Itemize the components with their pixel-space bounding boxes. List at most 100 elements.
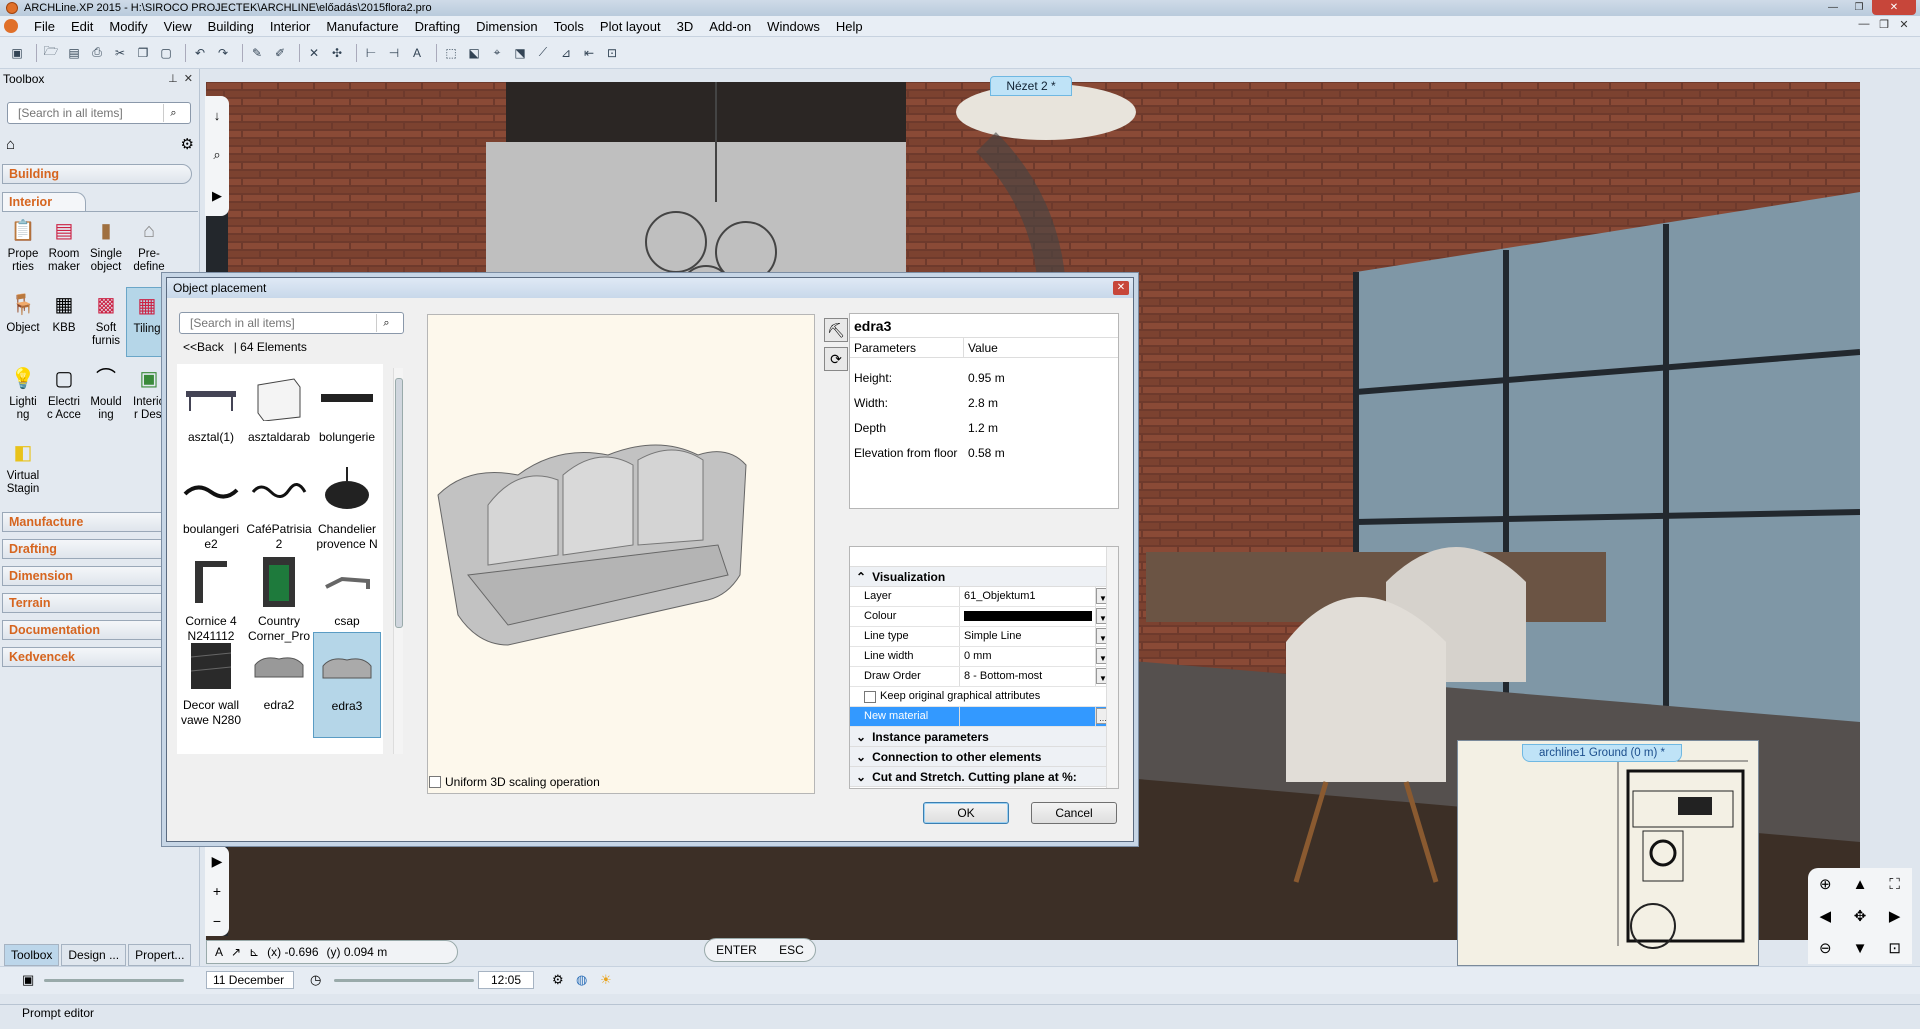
pick-object-icon[interactable]: ⛏ [824,318,848,342]
category-building[interactable]: Building [2,164,192,184]
tool-single-object[interactable]: ▮ Single object [85,217,127,274]
ruler-icon[interactable]: ⊾ [249,945,259,959]
tool-moulding[interactable]: ⌒ Mould ing [85,365,127,422]
param-value[interactable]: 0.58 m [964,441,1005,466]
delete-icon[interactable]: ✕ [305,44,323,62]
zoom-in-icon[interactable]: + [213,883,221,899]
play-icon[interactable]: ▶ [212,853,223,870]
param-value[interactable]: 1.2 m [964,416,998,441]
row-value[interactable]: 8 - Bottom-most [960,667,1096,686]
row-value[interactable]: 61_Objektum1 [960,587,1096,606]
section-icon[interactable]: ⬔ [511,44,529,62]
param-row-depth[interactable]: Depth 1.2 m [850,416,1118,441]
row-value[interactable] [960,707,1096,726]
menu-help[interactable]: Help [828,16,871,37]
menu-file[interactable]: File [26,16,63,37]
home-icon[interactable]: ⌂ [6,136,15,153]
category-dimension[interactable]: Dimension [2,566,192,586]
date-field[interactable]: 11 December [206,971,294,989]
menu-windows[interactable]: Windows [759,16,828,37]
arrow-down-icon[interactable]: ▼ [1843,940,1878,957]
enter-button[interactable]: ENTER [716,943,757,957]
tool-virtual-staging[interactable]: ◧ Virtual Stagin [2,439,44,496]
tool-lighting[interactable]: 💡 Lighti ng [2,365,44,422]
redo-icon[interactable]: ↷ [214,44,232,62]
library-search-input[interactable] [180,316,376,330]
move-down-icon[interactable]: ↓ [214,108,221,123]
object-preview[interactable] [427,314,815,794]
search-icon[interactable]: ⌕ [376,314,396,332]
arrow-up-icon[interactable]: ▲ [1843,876,1878,893]
list-item[interactable]: Chandelier provence N [313,456,381,562]
grid-row-colour[interactable]: Colour ▼ [850,607,1118,627]
zoom-icon[interactable]: ⌕ [213,147,220,163]
tab-toolbox[interactable]: Toolbox [4,944,60,966]
trim-icon[interactable]: ✣ [328,44,346,62]
tool-electric[interactable]: ▢ Electri c Acce [43,365,85,422]
minimap-title[interactable]: archline1 Ground (0 m) * [1522,744,1682,762]
list-item[interactable]: boulangeri e2 [177,456,245,562]
list-item[interactable]: asztal(1) [177,364,245,470]
arrow-right-icon[interactable]: ▶ [1877,907,1912,925]
section-cut-stretch[interactable]: ⌄ Cut and Stretch. Cutting plane at %: [850,767,1118,787]
tool-room-maker[interactable]: ▤ Room maker [43,217,85,274]
paste-icon[interactable]: ▢ [157,44,175,62]
dialog-close-icon[interactable]: ✕ [1113,281,1129,295]
toolbox-search-input[interactable] [8,106,163,120]
zoom-out-icon[interactable]: − [213,913,221,929]
menu-building[interactable]: Building [200,16,262,37]
undo-icon[interactable]: ↶ [191,44,209,62]
measure-icon[interactable]: ⊿ [557,44,575,62]
time-field[interactable]: 12:05 [478,971,534,989]
grid-row-line-type[interactable]: Line type Simple Line ▼ [850,627,1118,647]
tab-design-center[interactable]: Design ... [61,944,127,966]
view-3d-icon[interactable]: ⬚ [442,44,460,62]
menu-3d[interactable]: 3D [669,16,702,37]
zoom-out-icon[interactable]: ⊖ [1808,939,1843,957]
play-icon[interactable]: ▶ [212,188,222,204]
match-properties-icon[interactable]: ✎ [248,44,266,62]
param-row-width[interactable]: Width: 2.8 m [850,391,1118,416]
close-icon[interactable]: ✕ [1872,0,1916,15]
category-drafting[interactable]: Drafting [2,539,192,559]
text-style-icon[interactable]: A [408,44,426,62]
sun-settings-icon[interactable]: ⚙ [552,972,564,988]
scrollbar-thumb[interactable] [395,378,403,628]
collapse-icon[interactable]: ⌃ [856,567,866,587]
doc-restore-icon[interactable]: ❐ [1874,18,1894,31]
tool-kbb[interactable]: ▦ KBB [43,291,85,335]
toolbox-close-icon[interactable]: ✕ [184,73,193,85]
sun-icon[interactable]: ☀ [600,972,612,988]
list-item[interactable]: CaféPatrisia 2 [245,456,313,562]
category-manufacture[interactable]: Manufacture [2,512,192,532]
row-value[interactable]: Simple Line [960,627,1096,646]
param-row-height[interactable]: Height: 0.95 m [850,366,1118,391]
esc-button[interactable]: ESC [779,943,804,957]
doc-minimize-icon[interactable]: — [1854,18,1874,31]
arrow-left-icon[interactable]: ⇤ [580,44,598,62]
floorplan-minimap[interactable] [1457,740,1759,966]
menu-plot-layout[interactable]: Plot layout [592,16,669,37]
expand-icon[interactable]: ⌄ [856,747,866,767]
tool-interior-design[interactable]: ▣ Interio r Desi [128,365,170,422]
list-item[interactable]: edra3 [313,632,381,738]
zoom-in-icon[interactable]: ⊕ [1808,875,1843,893]
save-icon[interactable]: ▤ [65,44,83,62]
align-left-icon[interactable]: ⊢ [362,44,380,62]
param-value[interactable]: 0.95 m [964,366,1005,391]
copy-icon[interactable]: ❐ [134,44,152,62]
zoom-window-icon[interactable]: ⊡ [1877,939,1912,957]
library-scrollbar[interactable] [393,368,403,754]
grid-row-keep-attrs[interactable]: Keep original graphical attributes [850,687,1118,707]
globe-icon[interactable]: ◍ [576,972,587,988]
time-slider[interactable] [334,979,474,982]
date-slider[interactable] [44,979,184,982]
rotate-icon[interactable]: ⟳ [824,347,848,371]
uniform-scaling-checkbox[interactable] [429,776,441,788]
colour-swatch[interactable] [960,607,1096,626]
tool-properties[interactable]: 📋 Prope rties [2,217,44,274]
tool-soft-furnishing[interactable]: ▩ Soft furnis [85,291,127,348]
row-value[interactable]: 0 mm [960,647,1096,666]
zoom-window-icon[interactable]: ⊡ [603,44,621,62]
search-icon[interactable]: ⌕ [163,104,183,122]
